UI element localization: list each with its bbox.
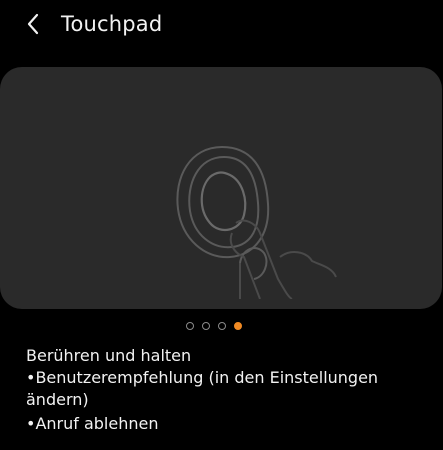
chevron-left-icon	[27, 13, 39, 35]
page-indicator	[186, 320, 258, 332]
gesture-description: Berühren und halten •Benutzerempfehlung …	[26, 345, 431, 435]
page-dot-4-active[interactable]	[234, 322, 242, 330]
gesture-preview-card	[0, 67, 442, 309]
app-header: Touchpad	[0, 0, 443, 50]
page-title: Touchpad	[61, 12, 163, 36]
gesture-item-1-line-1: •Benutzerempfehlung (in den Einstellunge…	[26, 368, 379, 387]
gesture-item-1: •Benutzerempfehlung (in den Einstellunge…	[26, 367, 431, 411]
earbud-touch-icon	[176, 145, 337, 299]
back-button[interactable]	[18, 9, 48, 39]
gesture-item-2: •Anruf ablehnen	[26, 414, 159, 433]
gesture-item-1-line-2: ändern)	[26, 390, 89, 409]
page-dot-2[interactable]	[202, 322, 210, 330]
page-dot-1[interactable]	[186, 322, 194, 330]
gesture-heading: Berühren und halten	[26, 346, 192, 365]
page-dot-3[interactable]	[218, 322, 226, 330]
